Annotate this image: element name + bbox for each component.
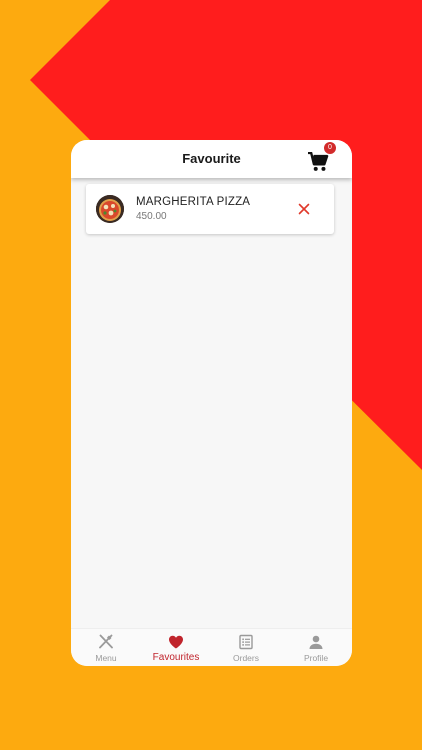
app-screen: Favourite 0 MARGHERITA PIZZA 450.00 Menu…	[71, 140, 352, 666]
nav-profile[interactable]: Profile	[281, 629, 351, 666]
nav-label: Profile	[303, 653, 329, 663]
item-name: MARGHERITA PIZZA	[136, 196, 251, 208]
pizza-thumbnail	[96, 195, 124, 223]
pizza-image	[96, 195, 124, 223]
list-icon	[239, 634, 253, 650]
close-icon[interactable]	[297, 202, 311, 216]
bottom-navigation: Menu Favourites Orders Profile	[71, 628, 352, 666]
cart-icon[interactable]	[307, 152, 329, 172]
nav-favourites[interactable]: Favourites	[141, 629, 211, 666]
nav-menu[interactable]: Menu	[71, 629, 141, 666]
nav-label: Favourites	[152, 652, 200, 663]
nav-orders[interactable]: Orders	[211, 629, 281, 666]
item-price: 450.00	[136, 211, 167, 222]
person-icon	[309, 635, 323, 649]
nav-label: Orders	[233, 653, 259, 663]
favourite-item[interactable]: MARGHERITA PIZZA 450.00	[86, 184, 334, 234]
cart-count-badge: 0	[324, 142, 336, 154]
app-bar: Favourite 0	[71, 140, 352, 178]
heart-icon	[169, 635, 183, 649]
nav-label: Menu	[95, 653, 117, 663]
fork-knife-icon	[99, 634, 113, 649]
